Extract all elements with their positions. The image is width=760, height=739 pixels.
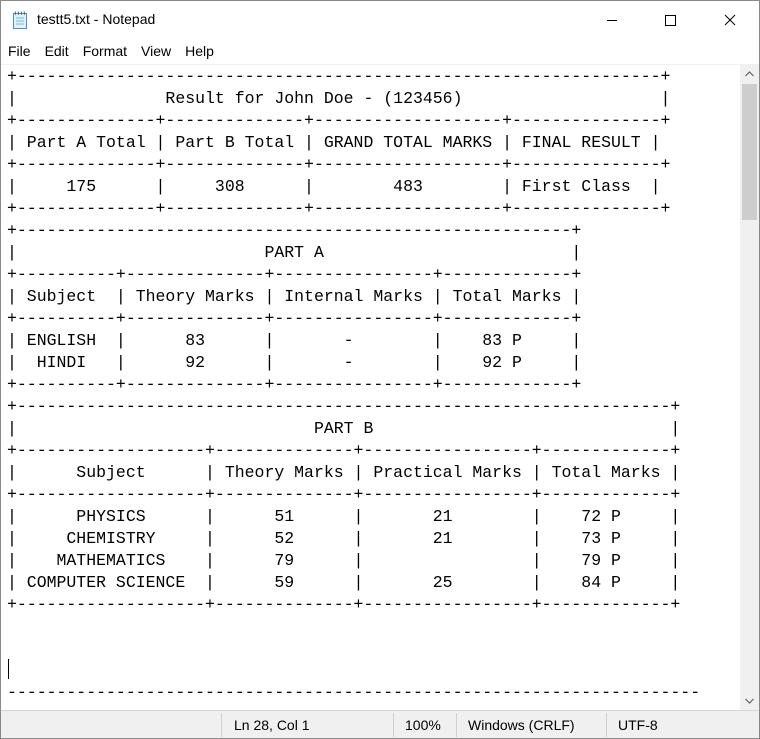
maximize-icon (665, 15, 676, 26)
minimize-button[interactable] (583, 1, 641, 39)
menu-bar: File Edit Format View Help (1, 39, 759, 63)
close-button[interactable] (701, 1, 759, 39)
menu-edit[interactable]: Edit (38, 39, 76, 63)
menu-view[interactable]: View (134, 39, 178, 63)
menu-help[interactable]: Help (178, 39, 221, 63)
status-divider (606, 713, 607, 737)
menu-format[interactable]: Format (76, 39, 134, 63)
scroll-thumb[interactable] (742, 84, 757, 220)
status-divider (456, 713, 457, 737)
text-caret (8, 659, 9, 679)
scroll-down-button[interactable] (740, 691, 759, 710)
notepad-window: testt5.txt - Notepad File Edit Format Vi… (0, 0, 760, 739)
title-bar[interactable]: testt5.txt - Notepad (1, 1, 759, 39)
menu-file[interactable]: File (1, 39, 38, 63)
minimize-icon (607, 20, 617, 21)
notepad-icon (12, 11, 28, 29)
status-divider (221, 713, 222, 737)
status-bar: Ln 28, Col 1 100% Windows (CRLF) UTF-8 (1, 710, 759, 738)
status-divider (393, 713, 394, 737)
line-ending: Windows (CRLF) (468, 717, 575, 733)
zoom-level: 100% (405, 717, 441, 733)
encoding: UTF-8 (618, 717, 658, 733)
scroll-up-button[interactable] (740, 64, 759, 83)
close-icon (724, 14, 736, 26)
text-editor[interactable]: +---------------------------------------… (1, 64, 740, 711)
editor-content[interactable]: +---------------------------------------… (7, 66, 700, 704)
vertical-scrollbar[interactable] (740, 64, 759, 710)
window-title: testt5.txt - Notepad (37, 11, 156, 27)
cursor-position: Ln 28, Col 1 (234, 717, 310, 733)
maximize-button[interactable] (641, 1, 699, 39)
chevron-up-icon (745, 70, 754, 76)
chevron-down-icon (745, 698, 754, 704)
